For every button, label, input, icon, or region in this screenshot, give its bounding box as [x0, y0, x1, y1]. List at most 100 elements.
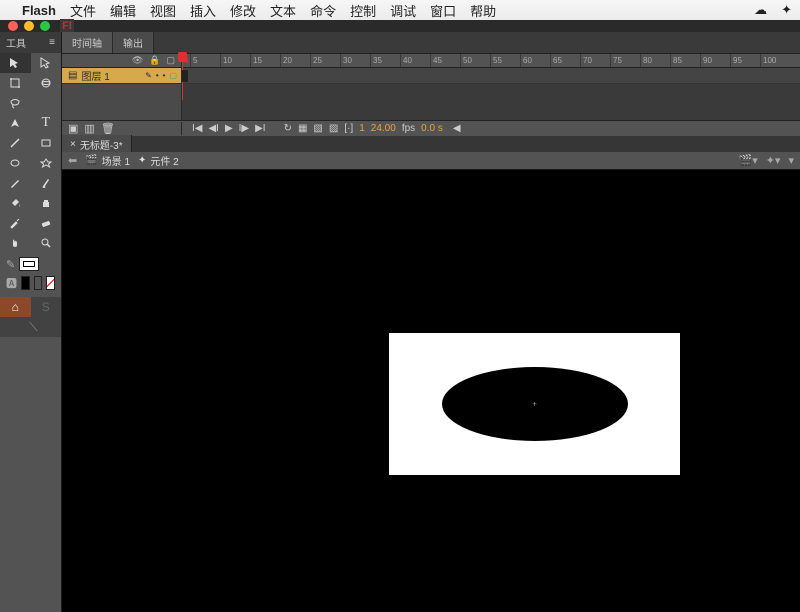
layer-label[interactable]: ▤ 图层 1 ✎ ••▢: [62, 68, 182, 83]
step-back-button[interactable]: ◀I: [208, 123, 218, 134]
menu-debug[interactable]: 调试: [390, 1, 416, 20]
app-menu[interactable]: Flash: [22, 3, 56, 18]
menu-help[interactable]: 帮助: [470, 1, 496, 20]
macos-menubar: Flash 文件 编辑 视图 插入 修改 文本 命令 控制 调试 窗口 帮助 ☁…: [0, 0, 800, 20]
menu-commands[interactable]: 命令: [310, 1, 336, 20]
menu-file[interactable]: 文件: [70, 1, 96, 20]
smooth-option[interactable]: S: [31, 297, 62, 317]
breadcrumb-scene[interactable]: 🎬 场景 1: [85, 153, 130, 168]
edit-scene-menu-icon[interactable]: 🎬▾: [739, 154, 758, 167]
fill-bucket-icon: 🅰: [6, 275, 17, 291]
ruler-mark: 100: [760, 54, 790, 67]
pen-tool[interactable]: [0, 113, 31, 133]
text-tool[interactable]: T: [31, 113, 62, 133]
layer-frames[interactable]: [182, 68, 800, 83]
elapsed-value: 0.0 s: [421, 123, 443, 134]
timeline-tabs: 时间轴 输出: [62, 32, 800, 54]
tab-timeline[interactable]: 时间轴: [62, 32, 113, 53]
eyedropper-tool[interactable]: [0, 213, 31, 233]
breadcrumb-symbol[interactable]: ✦ 元件 2: [138, 153, 179, 168]
timeline-header: 👁 🔒 ▢ 1 5 10 15 20 25 30 35 40: [62, 54, 800, 68]
step-fwd-button[interactable]: I▶: [239, 123, 249, 134]
3d-rotation-tool[interactable]: [31, 73, 62, 93]
polystar-tool[interactable]: [31, 153, 62, 173]
menu-control[interactable]: 控制: [350, 1, 376, 20]
paint-bucket-tool[interactable]: [0, 193, 31, 213]
ruler-mark: 95: [730, 54, 760, 67]
menu-modify[interactable]: 修改: [230, 1, 256, 20]
menu-window[interactable]: 窗口: [430, 1, 456, 20]
no-color-button[interactable]: [46, 276, 55, 290]
new-layer-button[interactable]: ▣: [68, 122, 78, 135]
color-swatches: ✎ 🅰: [0, 253, 61, 295]
menu-view[interactable]: 视图: [150, 1, 176, 20]
center-frame-button[interactable]: [·]: [344, 123, 353, 134]
ruler-mark: 45: [430, 54, 460, 67]
snap-option[interactable]: ⌂: [0, 297, 31, 317]
status-cloud-icon[interactable]: ☁︎: [754, 2, 767, 18]
layer-row[interactable]: ▤ 图层 1 ✎ ••▢: [62, 68, 800, 84]
tools-panel: 工具 ≡ T ✎: [0, 32, 62, 612]
eraser-tool[interactable]: [31, 213, 62, 233]
line-tool[interactable]: [0, 133, 31, 153]
menu-insert[interactable]: 插入: [190, 1, 216, 20]
edit-multiple-button[interactable]: ▨: [329, 123, 338, 134]
panel-menu-icon[interactable]: ≡: [49, 37, 55, 48]
layer-icon: ▤: [68, 70, 77, 81]
minimize-window-button[interactable]: [24, 21, 34, 31]
delete-layer-button[interactable]: 🗑: [101, 122, 115, 135]
close-tab-icon[interactable]: ×: [70, 139, 76, 150]
lock-column-icon[interactable]: 🔒: [149, 55, 160, 66]
oval-tool[interactable]: [0, 153, 31, 173]
ruler-mark: 10: [220, 54, 250, 67]
straighten-option[interactable]: ⟍: [0, 317, 61, 337]
onion-outline-button[interactable]: ▧: [313, 123, 322, 134]
lasso-tool[interactable]: [0, 93, 31, 113]
selection-tool[interactable]: [0, 53, 31, 73]
brush-tool[interactable]: [31, 173, 62, 193]
tools-panel-header[interactable]: 工具 ≡: [0, 32, 61, 53]
ruler-mark: 65: [550, 54, 580, 67]
zoom-menu-icon[interactable]: ▾: [788, 154, 794, 167]
canvas-area[interactable]: +: [62, 170, 800, 612]
keyframe[interactable]: [182, 70, 188, 82]
document-tab[interactable]: × 无标题-3*: [62, 135, 132, 154]
ink-bottle-tool[interactable]: [31, 193, 62, 213]
visibility-column-icon[interactable]: 👁: [132, 55, 143, 66]
status-user-icon[interactable]: ✦: [781, 2, 792, 18]
window-titlebar: Fl: [0, 20, 800, 32]
fill-color-swatch[interactable]: [21, 276, 30, 290]
close-window-button[interactable]: [8, 21, 18, 31]
tool-options: ⌂ S ⟍: [0, 297, 61, 337]
timeline-scroll-left[interactable]: ◀: [453, 123, 461, 134]
subselection-tool[interactable]: [31, 53, 62, 73]
free-transform-tool[interactable]: [0, 73, 31, 93]
tab-output[interactable]: 输出: [113, 32, 154, 53]
swap-colors-button[interactable]: [34, 276, 43, 290]
menu-edit[interactable]: 编辑: [110, 1, 136, 20]
stroke-color-swatch[interactable]: [19, 257, 39, 271]
new-folder-button[interactable]: ▥: [84, 122, 94, 135]
rectangle-tool[interactable]: [31, 133, 62, 153]
hand-tool[interactable]: [0, 233, 31, 253]
layer-toggles[interactable]: ✎ ••▢: [145, 71, 181, 80]
loop-button[interactable]: ↻: [284, 123, 292, 134]
goto-first-button[interactable]: I◀: [192, 123, 202, 134]
goto-last-button[interactable]: ▶I: [255, 123, 265, 134]
zoom-window-button[interactable]: [40, 21, 50, 31]
zoom-tool[interactable]: [31, 233, 62, 253]
ruler-mark: 5: [190, 54, 220, 67]
edit-symbol-menu-icon[interactable]: ✦▾: [766, 154, 781, 167]
ruler-mark: 60: [520, 54, 550, 67]
ruler-mark: 75: [610, 54, 640, 67]
ruler-mark: 90: [700, 54, 730, 67]
menu-text[interactable]: 文本: [270, 1, 296, 20]
back-button[interactable]: ⬅: [68, 154, 77, 167]
document-tabs: × 无标题-3*: [62, 136, 800, 152]
stage[interactable]: +: [389, 333, 680, 475]
onion-skin-button[interactable]: ▦: [298, 123, 307, 134]
outline-column-icon[interactable]: ▢: [166, 55, 175, 66]
pencil-tool[interactable]: [0, 173, 31, 193]
play-button[interactable]: ▶: [225, 123, 233, 134]
frame-ruler[interactable]: 1 5 10 15 20 25 30 35 40 45 50 55 60 65: [182, 54, 800, 67]
